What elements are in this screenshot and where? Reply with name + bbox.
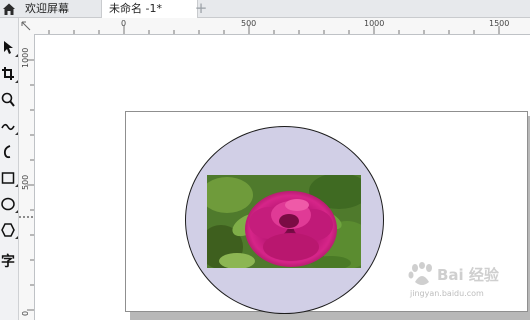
document-tab-bar: 欢迎屏幕 未命名 -1* + <box>0 0 530 18</box>
peony-photo[interactable] <box>207 175 361 268</box>
baidu-watermark: Bai 经验 jingyan.baidu.com <box>405 262 525 302</box>
ellipse-tool-icon[interactable] <box>0 194 18 214</box>
tab-welcome-screen[interactable]: 欢迎屏幕 <box>18 0 108 17</box>
tab-untitled-document[interactable]: 未命名 -1* <box>101 0 198 18</box>
watermark-text: Bai 经验 <box>437 266 499 284</box>
pick-tool-icon[interactable] <box>0 38 18 58</box>
vruler-label-1000: 1000 <box>21 47 30 68</box>
hruler-label-1000: 1000 <box>364 19 385 28</box>
zoom-tool-icon[interactable] <box>0 90 16 110</box>
vruler-label-500: 500 <box>21 174 30 190</box>
vertical-ruler[interactable]: 1000 500 0 <box>19 34 35 320</box>
polygon-tool-icon[interactable] <box>0 220 18 240</box>
crop-tool-icon[interactable] <box>0 64 18 84</box>
hruler-label-0: 0 <box>121 19 127 28</box>
artistic-media-tool-icon[interactable] <box>0 142 16 162</box>
horizontal-ruler[interactable]: 0 500 1000 1500 <box>34 18 530 35</box>
horizontal-ruler-ticks <box>48 26 500 34</box>
ruler-origin-corner[interactable] <box>19 18 35 35</box>
rectangle-tool-icon[interactable] <box>0 168 18 188</box>
paw-logo-icon <box>408 262 432 285</box>
watermark-url: jingyan.baidu.com <box>410 289 484 298</box>
home-icon[interactable] <box>2 1 16 15</box>
toolbox: 字 <box>0 18 19 320</box>
hruler-label-1500: 1500 <box>489 19 510 28</box>
add-tab-icon[interactable]: + <box>193 1 209 16</box>
hruler-label-500: 500 <box>241 19 257 28</box>
text-tool-icon[interactable]: 字 <box>0 252 16 272</box>
freehand-tool-icon[interactable] <box>0 116 18 136</box>
vruler-label-0: 0 <box>21 310 30 316</box>
